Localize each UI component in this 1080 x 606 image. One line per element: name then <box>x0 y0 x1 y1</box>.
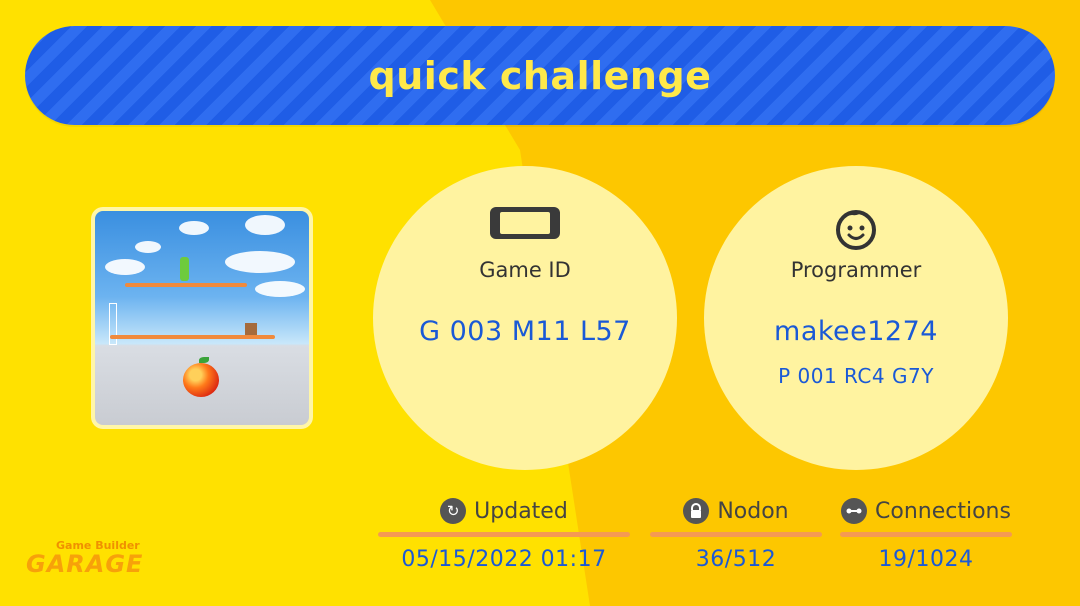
face-icon <box>704 206 1008 250</box>
game-thumbnail <box>95 211 309 425</box>
programmer-name: makee1274 <box>774 316 938 347</box>
nodon-label: Nodon <box>717 498 789 524</box>
game-id-value: G 003 M11 L57 <box>419 316 631 347</box>
game-title: quick challenge <box>368 53 712 98</box>
updated-label: Updated <box>474 498 568 524</box>
nodon-stat: Nodon 36/512 <box>650 496 822 572</box>
game-id-label: Game ID <box>479 258 571 282</box>
refresh-icon: ↻ <box>440 498 467 524</box>
connections-value: 19/1024 <box>878 547 974 572</box>
nodon-divider <box>650 532 822 537</box>
link-icon <box>841 498 868 524</box>
updated-value: 05/15/2022 01:17 <box>401 547 607 572</box>
logo-title: GARAGE <box>26 550 144 578</box>
connections-label: Connections <box>875 498 1011 524</box>
nodon-value: 36/512 <box>695 547 777 572</box>
game-builder-garage-logo: Game Builder GARAGE <box>26 538 156 580</box>
connections-stat: Connections 19/1024 <box>840 496 1012 572</box>
updated-stat: ↻ Updated 05/15/2022 01:17 <box>378 496 630 572</box>
title-banner: quick challenge <box>25 26 1055 125</box>
lock-icon <box>683 498 710 524</box>
programmer-id: P 001 RC4 G7Y <box>778 364 934 388</box>
programmer-panel: Programmer makee1274 P 001 RC4 G7Y <box>704 166 1008 470</box>
console-icon <box>373 206 677 242</box>
programmer-label: Programmer <box>790 258 922 282</box>
connections-divider <box>840 532 1012 537</box>
game-id-panel: Game ID G 003 M11 L57 <box>373 166 677 470</box>
updated-divider <box>378 532 630 537</box>
